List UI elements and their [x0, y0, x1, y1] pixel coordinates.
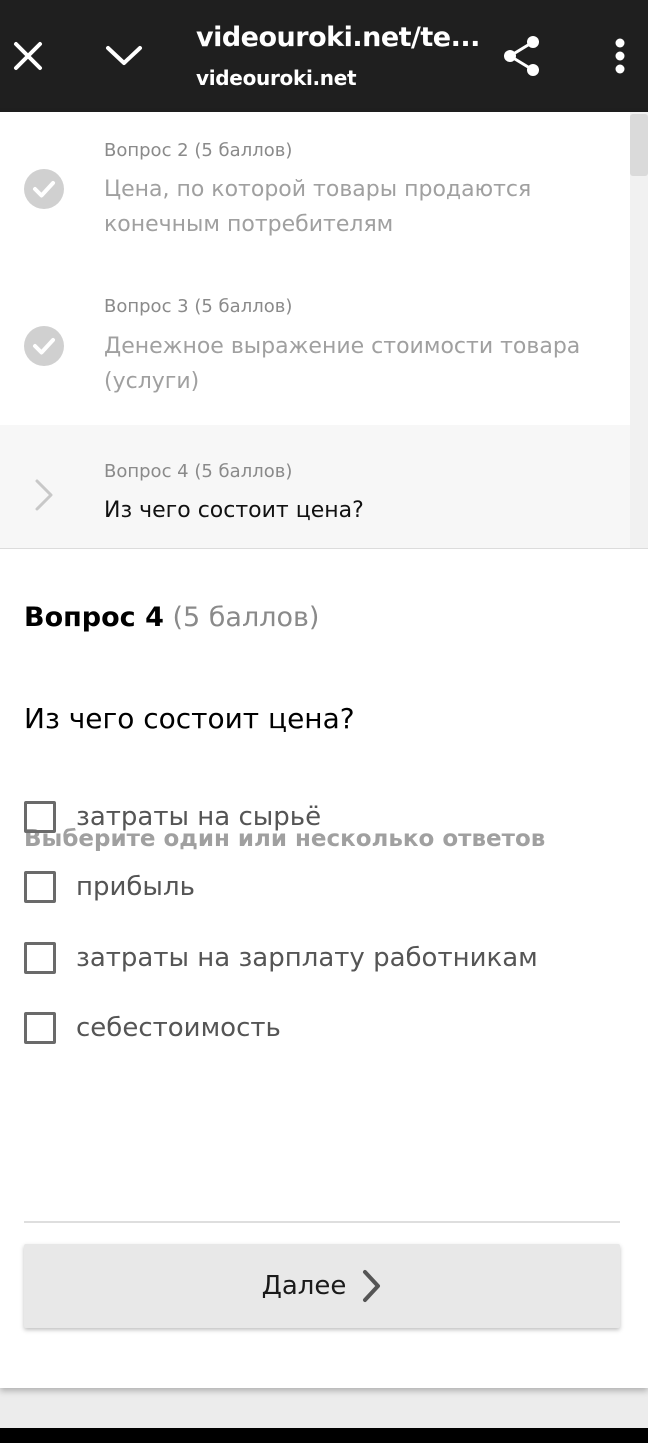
- answer-option[interactable]: затраты на сырьё: [24, 797, 624, 837]
- question-meta: Вопрос 4 (5 баллов): [104, 461, 293, 482]
- browser-toolbar: videouroki.net/te... videouroki.net: [0, 0, 648, 112]
- question-meta: Вопрос 2 (5 баллов): [104, 140, 293, 161]
- answer-option[interactable]: затраты на зарплату работникам: [24, 938, 624, 978]
- question-meta: Вопрос 3 (5 баллов): [104, 296, 293, 317]
- question-list-item-2[interactable]: Вопрос 2 (5 баллов) Цена, по которой тов…: [0, 112, 630, 268]
- answer-option[interactable]: прибыль: [24, 867, 624, 907]
- question-summary: Цена, по которой товары продаются конечн…: [104, 177, 532, 237]
- question-summary: Денежное выражение стоимости товара (усл…: [104, 334, 581, 394]
- answer-option[interactable]: себестоимость: [24, 1008, 624, 1048]
- chevron-right-icon: [35, 479, 53, 511]
- quiz-page: Вопрос 2 (5 баллов) Цена, по которой тов…: [0, 112, 648, 1388]
- close-icon: [14, 42, 42, 70]
- question-list: Вопрос 2 (5 баллов) Цена, по которой тов…: [0, 112, 648, 549]
- answer-checkbox[interactable]: [24, 942, 56, 974]
- share-icon: [504, 36, 539, 76]
- more-options-button[interactable]: [600, 28, 640, 84]
- answer-checkbox[interactable]: [24, 871, 56, 903]
- answer-label[interactable]: прибыль: [76, 872, 195, 902]
- question-summary: Из чего состоит цена?: [104, 498, 364, 523]
- close-button[interactable]: [4, 28, 52, 84]
- question-list-scrollbar[interactable]: [630, 112, 648, 548]
- check-circle-icon: [24, 326, 64, 366]
- question-points: (5 баллов): [172, 602, 320, 633]
- more-vertical-icon: [615, 38, 625, 74]
- scrollbar-thumb[interactable]: [630, 114, 648, 176]
- page-url-title[interactable]: videouroki.net/te...: [196, 22, 486, 53]
- system-navigation-bar: [0, 1428, 648, 1443]
- collapse-button[interactable]: [98, 28, 150, 84]
- answer-checkbox[interactable]: [24, 1012, 56, 1044]
- answer-label[interactable]: себестоимость: [76, 1013, 281, 1043]
- next-button-label: Далее: [261, 1271, 347, 1301]
- question-text: Из чего состоит цена?: [24, 702, 355, 735]
- check-circle-icon: [24, 169, 64, 209]
- answer-checkbox[interactable]: [24, 801, 56, 833]
- question-list-item-3[interactable]: Вопрос 3 (5 баллов) Денежное выражение с…: [0, 268, 630, 425]
- chevron-right-icon: [363, 1270, 381, 1302]
- question-heading: Вопрос 4 (5 баллов): [24, 602, 319, 633]
- question-list-item-4[interactable]: Вопрос 4 (5 баллов) Из чего состоит цена…: [0, 425, 630, 548]
- next-button[interactable]: Далее: [24, 1244, 620, 1328]
- question-number: Вопрос 4: [24, 602, 164, 633]
- page-domain: videouroki.net: [196, 66, 357, 90]
- divider: [24, 1221, 620, 1223]
- answer-label[interactable]: затраты на сырьё: [76, 802, 321, 832]
- answer-label[interactable]: затраты на зарплату работникам: [76, 943, 538, 973]
- chevron-down-icon: [106, 46, 142, 65]
- share-button[interactable]: [494, 28, 550, 84]
